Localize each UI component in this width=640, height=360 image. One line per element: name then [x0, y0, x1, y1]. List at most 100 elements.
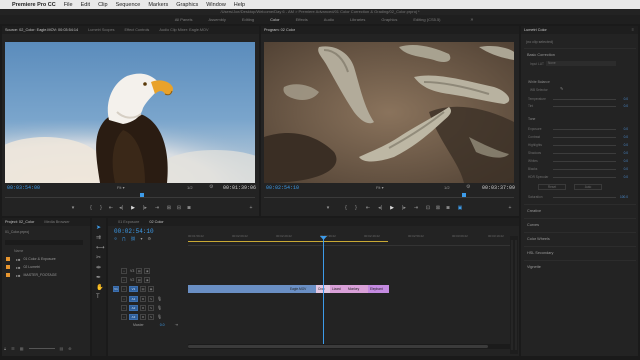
tint-track[interactable] [553, 105, 616, 107]
app-menu[interactable]: Premiere Pro CC [12, 2, 56, 8]
source-patch[interactable]: V1 [113, 285, 119, 292]
mark-out-icon[interactable]: } [97, 205, 105, 211]
program-camera-icon[interactable]: ◙ [444, 205, 452, 211]
mute-icon[interactable]: M [140, 313, 146, 320]
tab-media-browser[interactable]: Media Browser [44, 220, 69, 224]
go-to-out-icon[interactable]: ⇥ [153, 205, 161, 211]
marker-icon[interactable]: ▾ [69, 205, 77, 211]
temperature-slider[interactable]: Temperature 0.0 [528, 96, 628, 102]
eye-icon[interactable]: ◉ [148, 285, 154, 292]
exposure-track[interactable] [553, 128, 616, 130]
program-step-forward-icon[interactable]: |▸ [400, 205, 408, 211]
project-search-input[interactable] [5, 240, 83, 245]
project-bin-item[interactable]: ▸■ 01 Color & Exposure [6, 255, 56, 263]
program-step-back-icon[interactable]: ◂| [376, 205, 384, 211]
track-target[interactable]: V1 [129, 285, 138, 292]
master-value[interactable]: 0.0 [160, 323, 165, 327]
creative-header[interactable]: Creative [524, 204, 636, 216]
program-resolution-select[interactable]: 1/2 [444, 185, 450, 190]
voiceover-icon[interactable]: 🎙︎ [157, 314, 162, 319]
add-marker-icon[interactable]: ▾ [141, 236, 143, 242]
exposure-value[interactable]: 0.0 [616, 127, 628, 131]
timeline-ruler[interactable]: 00:01:59:22 00:02:09:22 00:02:29:22 00:0… [188, 228, 516, 246]
whites-slider[interactable]: Whites 0.0 [528, 158, 628, 164]
type-tool-icon[interactable]: T [96, 294, 100, 300]
project-bin-item[interactable]: ▸■ 02 Lumetri [6, 263, 40, 271]
saturation-slider[interactable]: Saturation 100.0 [528, 194, 628, 200]
timeline-clip[interactable]: Lizard [330, 285, 346, 293]
workspace-libraries[interactable]: Libraries [350, 17, 365, 22]
mute-icon[interactable]: M [140, 304, 146, 311]
menu-window[interactable]: Window [206, 2, 226, 8]
menu-help[interactable]: Help [234, 2, 245, 8]
source-timecode-current[interactable]: 00:03:54:00 [7, 185, 40, 191]
vignette-header[interactable]: Vignette [524, 260, 636, 272]
timeline-wrench-icon[interactable]: ⚙ [148, 236, 152, 242]
list-view-icon[interactable]: ☰ [11, 346, 15, 351]
hdr-specular-track[interactable] [553, 176, 616, 178]
solo-icon[interactable]: S [148, 295, 154, 302]
program-mark-in-icon[interactable]: { [342, 205, 350, 211]
linked-selection-icon[interactable]: ⛓ [130, 236, 135, 242]
extract-icon[interactable]: ⊠ [434, 205, 442, 211]
timeline-clip[interactable]: Elephant [368, 285, 389, 293]
whites-value[interactable]: 0.0 [616, 159, 628, 163]
program-marker-icon[interactable]: ▾ [324, 205, 332, 211]
play-icon[interactable]: ▶ [129, 205, 137, 211]
nest-icon[interactable]: ⟐ [114, 236, 117, 242]
workspace-editing[interactable]: Editing [242, 17, 254, 22]
eye-icon[interactable]: ◉ [144, 267, 151, 274]
step-back-icon[interactable]: ◂| [117, 205, 125, 211]
saturation-track[interactable] [553, 196, 616, 198]
contrast-value[interactable]: 0.0 [616, 135, 628, 139]
program-scrubber[interactable] [264, 193, 514, 198]
menu-markers[interactable]: Markers [148, 2, 168, 8]
color-wheels-header[interactable]: Color Wheels [524, 232, 636, 244]
add-button-icon[interactable]: + [247, 205, 255, 211]
program-play-icon[interactable]: ▶ [388, 205, 396, 211]
lift-icon[interactable]: ⊡ [424, 205, 432, 211]
tab-program[interactable]: Program: 02 Color [264, 28, 295, 32]
tab-lumetri-color[interactable]: Lumetri Color [524, 28, 547, 32]
lock-icon[interactable]: 🔒︎ [4, 346, 6, 351]
project-bin-item[interactable]: ▸■ MASTER_FOOTAGE [6, 271, 57, 279]
scrollbar-thumb[interactable] [188, 345, 488, 348]
new-item-icon[interactable]: ⊕ [68, 346, 71, 351]
zoom-slider[interactable] [28, 347, 55, 349]
reset-button[interactable]: Reset [538, 184, 566, 190]
overwrite-icon[interactable]: ⊟ [175, 205, 183, 211]
program-timecode-current[interactable]: 00:02:54:10 [266, 185, 299, 191]
workspace-effects[interactable]: Effects [296, 17, 308, 22]
workspace-color[interactable]: Color [270, 17, 280, 22]
hdr-specular-value[interactable]: 0.0 [616, 175, 628, 179]
program-go-to-out-icon[interactable]: ⇥ [412, 205, 420, 211]
highlights-track[interactable] [553, 144, 616, 146]
track-lock-icon[interactable]: ⌂ [121, 285, 127, 292]
solo-icon[interactable]: S [148, 313, 154, 320]
menu-sequence[interactable]: Sequence [116, 2, 141, 8]
shadows-slider[interactable]: Shadows 0.0 [528, 150, 628, 156]
track-lock-icon[interactable]: ⌂ [121, 267, 127, 274]
source-resolution-select[interactable]: 1/2 [187, 185, 193, 190]
timeline-timecode[interactable]: 00:02:54:10 [114, 228, 154, 235]
hand-tool-icon[interactable]: ✋ [96, 284, 103, 291]
timeline-scrollbar[interactable] [188, 344, 514, 349]
selection-tool-icon[interactable]: ➤ [96, 224, 101, 231]
sync-lock-icon[interactable]: ▤ [136, 267, 143, 274]
mark-in-icon[interactable]: { [87, 205, 95, 211]
program-go-to-in-icon[interactable]: ⇤ [364, 205, 372, 211]
temperature-track[interactable] [553, 98, 616, 100]
highlights-value[interactable]: 0.0 [616, 143, 628, 147]
menu-graphics[interactable]: Graphics [176, 2, 198, 8]
mute-icon[interactable]: M [140, 295, 146, 302]
eyedropper-icon[interactable]: ✎ [560, 86, 563, 91]
program-playhead-icon[interactable] [462, 193, 466, 197]
workspace-assembly[interactable]: Assembly [209, 17, 226, 22]
tab-sequence-01[interactable]: 01 Exposure [118, 220, 139, 224]
contrast-slider[interactable]: Contrast 0.0 [528, 134, 628, 140]
tint-slider[interactable]: Tint 0.0 [528, 103, 628, 109]
tab-project[interactable]: Project: 02_Color [5, 220, 34, 224]
hdr-specular-slider[interactable]: HDR Specular 0.0 [528, 174, 628, 180]
saturation-value[interactable]: 100.0 [616, 195, 628, 199]
timeline-playhead[interactable] [323, 236, 324, 346]
